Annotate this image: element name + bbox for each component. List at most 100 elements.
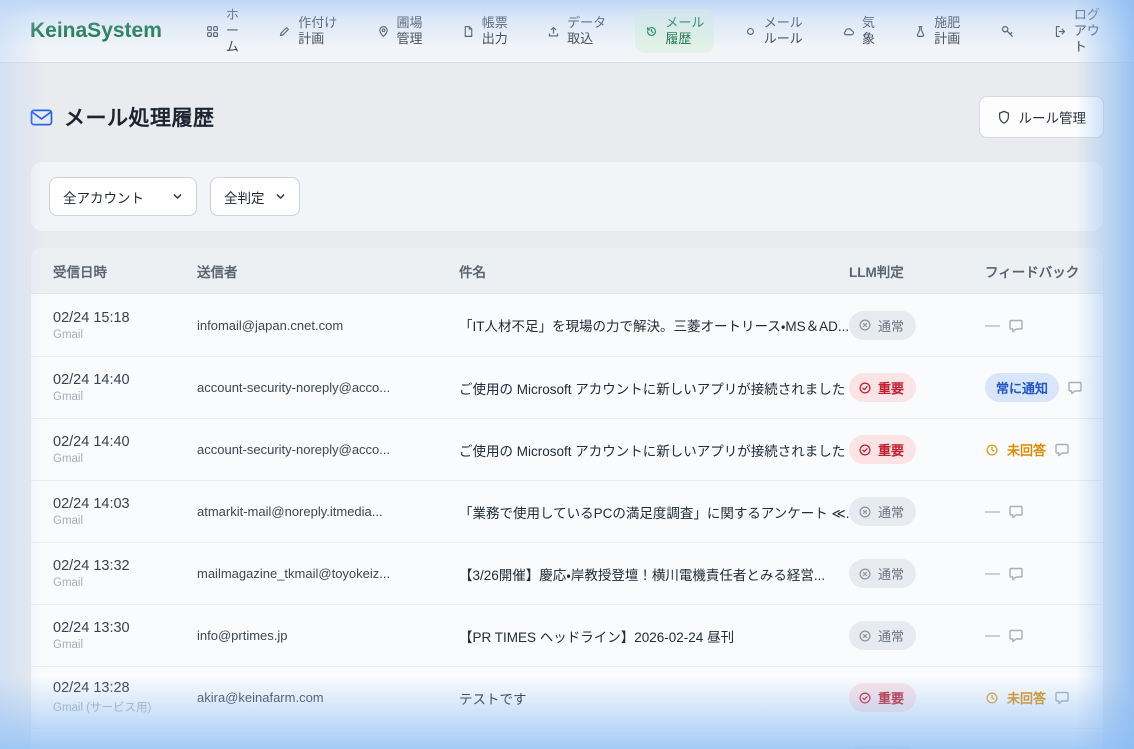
nav-item-label: ホ ー ム: [226, 7, 239, 56]
upload-icon: [547, 25, 560, 38]
account-filter-value: 全アカウント: [63, 187, 144, 207]
received-datetime: 02/24 13:30: [53, 620, 197, 636]
account-filter-select[interactable]: 全アカウント: [49, 177, 197, 216]
llm-judgment-badge: 通常: [849, 497, 916, 526]
comment-bubble-icon[interactable]: [1054, 442, 1070, 457]
sender: account-security-noreply@acco...: [197, 380, 459, 395]
judgment-filter-value: 全判定: [224, 187, 265, 207]
rule-manage-button[interactable]: ルール管理: [979, 96, 1105, 138]
llm-judgment-cell: 通常: [849, 559, 985, 588]
llm-judgment-badge: 通常: [849, 621, 916, 650]
feedback-cell: 常に通知: [985, 373, 1103, 402]
nav-item-label: データ 取込: [567, 15, 606, 48]
nav-item-mail-rules[interactable]: メール ルール: [734, 9, 813, 54]
nav-item-weather[interactable]: 気 象: [832, 9, 885, 54]
column-header-feedback: フィードバック: [985, 261, 1103, 281]
nav-item-fertilizer-plan[interactable]: 施肥 計画: [904, 9, 970, 54]
circle-check-icon: [858, 381, 872, 395]
judgment-filter-select[interactable]: 全判定: [210, 177, 300, 216]
column-header-received: 受信日時: [53, 261, 197, 281]
document-icon: [462, 25, 475, 38]
table-row[interactable]: 02/24 14:40 Gmail account-security-norep…: [31, 356, 1103, 418]
main-nav: ホ ー ム 作付け 計画 圃場 管理 帳票 出力 データ 取込 メール 履歴 メ…: [196, 1, 1110, 62]
account-label: Gmail: [53, 639, 197, 651]
table-row[interactable]: 02/24 13:30 Gmail info@prtimes.jp 【PR TI…: [31, 604, 1103, 666]
llm-judgment-cell: 通常: [849, 621, 985, 650]
top-nav-bar: KeinaSystem ホ ー ム 作付け 計画 圃場 管理 帳票 出力 データ…: [0, 0, 1134, 63]
comment-bubble-icon[interactable]: [1008, 628, 1024, 643]
nav-item-home[interactable]: ホ ー ム: [196, 1, 249, 62]
feedback-label: 常に通知: [985, 373, 1059, 402]
logout-icon: [1054, 25, 1067, 38]
map-pin-icon: [377, 25, 390, 38]
feedback-cell: 未回答: [985, 440, 1103, 459]
flask-icon: [914, 25, 927, 38]
llm-judgment-label: 通常: [878, 564, 904, 583]
comment-bubble-icon[interactable]: [1008, 318, 1024, 333]
nav-item-label: ログ アウ ト: [1074, 7, 1100, 56]
table-row[interactable]: 02/24 14:40 Gmail account-security-norep…: [31, 418, 1103, 480]
received-cell: 02/24 14:03 Gmail: [53, 496, 197, 527]
clock-icon: [985, 691, 999, 705]
column-header-subject: 件名: [459, 261, 849, 281]
feedback-label: 未回答: [1007, 688, 1046, 707]
table-row[interactable]: 02/24 12:10 digital@kochinews.jp 四万十福祉専門…: [31, 728, 1103, 749]
nav-item-data-import[interactable]: データ 取込: [537, 9, 616, 54]
key-icon: [1000, 24, 1015, 39]
circle-x-icon: [858, 567, 872, 581]
received-datetime: 02/24 14:03: [53, 496, 197, 512]
table-row[interactable]: 02/24 13:28 Gmail (サービス用) akira@keinafar…: [31, 666, 1103, 728]
nav-item-logout[interactable]: ログ アウ ト: [1044, 1, 1110, 62]
llm-judgment-label: 重要: [878, 688, 904, 707]
page-title: メール処理履歴: [64, 102, 215, 132]
llm-judgment-label: 通常: [878, 626, 904, 645]
feedback-label: 未回答: [1007, 440, 1046, 459]
received-cell: 02/24 13:30 Gmail: [53, 620, 197, 651]
rule-icon: [744, 25, 757, 38]
comment-bubble-icon[interactable]: [1054, 690, 1070, 705]
subject: テストです: [459, 688, 849, 708]
feedback-label: —: [985, 317, 1000, 334]
feedback-label: —: [985, 627, 1000, 644]
nav-item-mail-history[interactable]: メール 履歴: [635, 9, 714, 54]
nav-item-field-management[interactable]: 圃場 管理: [367, 9, 433, 54]
llm-judgment-cell: 通常: [849, 745, 985, 749]
llm-judgment-cell: 重要: [849, 435, 985, 464]
sender: account-security-noreply@acco...: [197, 442, 459, 457]
shield-icon: [997, 110, 1011, 125]
nav-item-api-key[interactable]: [990, 18, 1025, 45]
comment-bubble-icon[interactable]: [1067, 380, 1083, 395]
account-label: Gmail: [53, 391, 197, 403]
account-label: Gmail: [53, 453, 197, 465]
received-datetime: 02/24 14:40: [53, 434, 197, 450]
pen-icon: [278, 25, 291, 38]
comment-bubble-icon[interactable]: [1008, 504, 1024, 519]
llm-judgment-label: 通常: [878, 316, 904, 335]
circle-check-icon: [858, 691, 872, 705]
received-cell: 02/24 14:40 Gmail: [53, 372, 197, 403]
feedback-cell: —: [985, 565, 1103, 582]
llm-judgment-badge: 通常: [849, 311, 916, 340]
home-grid-icon: [206, 25, 219, 38]
table-row[interactable]: 02/24 15:18 Gmail infomail@japan.cnet.co…: [31, 294, 1103, 356]
mail-history-table: 受信日時 送信者 件名 LLM判定 フィードバック 02/24 15:18 Gm…: [30, 247, 1104, 749]
comment-bubble-icon[interactable]: [1008, 566, 1024, 581]
received-cell: 02/24 14:40 Gmail: [53, 434, 197, 465]
feedback-cell: —: [985, 317, 1103, 334]
table-row[interactable]: 02/24 13:32 Gmail mailmagazine_tkmail@to…: [31, 542, 1103, 604]
sender: infomail@japan.cnet.com: [197, 318, 459, 333]
mail-envelope-icon: [30, 108, 53, 127]
llm-judgment-badge: 重要: [849, 435, 916, 464]
account-label: Gmail: [53, 577, 197, 589]
subject: 【3/26開催】慶応・岸教授登壇！横川電機責任者とみる経営...: [459, 564, 849, 584]
llm-judgment-label: 通常: [878, 502, 904, 521]
nav-item-label: 圃場 管理: [397, 15, 423, 48]
brand-logo[interactable]: KeinaSystem: [30, 19, 162, 43]
nav-item-report-output[interactable]: 帳票 出力: [452, 9, 518, 54]
table-row[interactable]: 02/24 14:03 Gmail atmarkit-mail@noreply.…: [31, 480, 1103, 542]
filter-bar: 全アカウント 全判定: [30, 161, 1104, 232]
received-datetime: 02/24 13:28: [53, 680, 197, 696]
main-content: メール処理履歴 ルール管理 全アカウント 全判定 受信日時 送信者 件名 LLM…: [0, 96, 1134, 749]
nav-item-planting-plan[interactable]: 作付け 計画: [268, 9, 347, 54]
chevron-down-icon: [162, 191, 183, 202]
